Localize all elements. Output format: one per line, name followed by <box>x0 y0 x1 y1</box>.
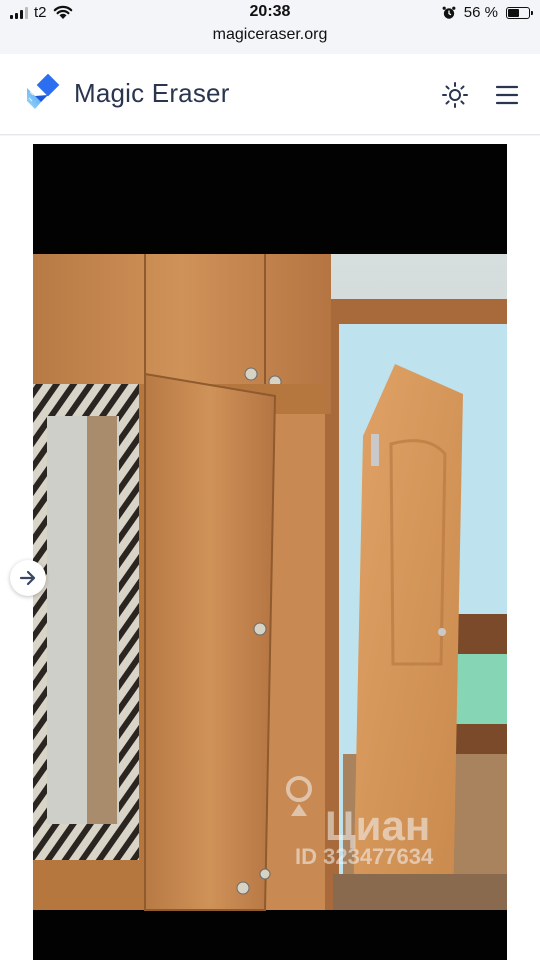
sun-icon[interactable] <box>440 80 470 110</box>
uploaded-photo[interactable]: Циан ID 323477634 <box>33 144 507 960</box>
alarm-icon <box>442 6 456 19</box>
site-header: Magic Eraser <box>0 54 540 135</box>
battery-icon <box>506 6 533 19</box>
arrow-right-icon <box>19 570 36 586</box>
battery-percentage: 56 % <box>463 4 498 21</box>
hamburger-menu-icon[interactable] <box>492 80 522 110</box>
watermark-brand: Циан <box>325 802 430 849</box>
site-title[interactable]: Magic Eraser <box>74 78 230 109</box>
status-bar: t2 20:38 magiceraser.org 56 % <box>0 0 540 50</box>
image-panel: Циан ID 323477634 <box>0 136 540 960</box>
battery-fill <box>508 8 519 17</box>
next-image-button[interactable] <box>10 560 46 596</box>
magic-eraser-logo-icon[interactable] <box>24 74 62 112</box>
room-photo: Циан ID 323477634 <box>33 144 507 960</box>
address-bar-url[interactable]: magiceraser.org <box>0 26 540 44</box>
watermark-id: ID 323477634 <box>295 844 434 869</box>
status-right: 56 % <box>442 4 533 21</box>
